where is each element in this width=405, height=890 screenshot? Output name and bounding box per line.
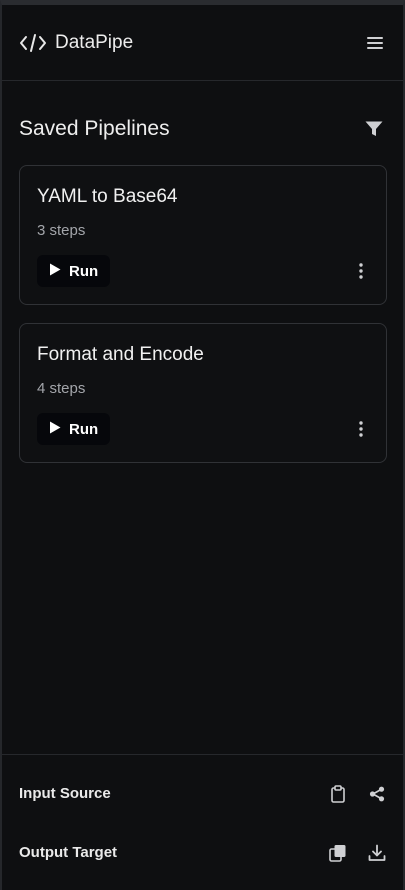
code-icon — [19, 33, 47, 53]
hamburger-icon[interactable] — [363, 31, 387, 55]
download-icon[interactable] — [367, 843, 387, 863]
pipeline-actions: Run — [37, 413, 370, 445]
brand[interactable]: DataPipe — [19, 32, 133, 54]
play-icon — [49, 263, 61, 280]
section-header: Saved Pipelines — [2, 115, 403, 143]
run-button[interactable]: Run — [37, 255, 111, 287]
io-panel: Input Source Output Target — [2, 754, 403, 890]
output-target-row: Output Target — [2, 823, 403, 882]
pipeline-actions: Run — [37, 255, 370, 287]
play-icon — [49, 421, 61, 438]
pipeline-steps: 4 steps — [37, 380, 86, 397]
pipeline-list: YAML to Base64 3 steps Run Format and En… — [2, 165, 403, 463]
input-source-row: Input Source — [2, 764, 403, 823]
share-icon[interactable] — [367, 784, 387, 804]
input-source-actions — [328, 784, 387, 804]
more-options-icon[interactable] — [352, 259, 370, 283]
filter-icon[interactable] — [363, 118, 385, 140]
pipeline-card[interactable]: Format and Encode 4 steps Run — [19, 323, 387, 463]
output-target-actions — [328, 843, 387, 863]
app-title: DataPipe — [55, 31, 134, 53]
header: DataPipe — [2, 5, 403, 81]
input-source-label: Input Source — [19, 785, 111, 802]
pipeline-card[interactable]: YAML to Base64 3 steps Run — [19, 165, 387, 305]
pipeline-title: YAML to Base64 — [37, 186, 178, 207]
run-button[interactable]: Run — [37, 413, 111, 445]
copy-icon[interactable] — [328, 843, 348, 863]
more-options-icon[interactable] — [352, 417, 370, 441]
run-label: Run — [69, 420, 99, 438]
app-shell: DataPipe Saved Pipelines YAML to Base64 … — [0, 0, 405, 890]
pipeline-title: Format and Encode — [37, 344, 204, 365]
clipboard-icon[interactable] — [328, 784, 348, 804]
run-label: Run — [69, 262, 99, 280]
pipeline-steps: 3 steps — [37, 222, 86, 239]
section-title: Saved Pipelines — [19, 117, 170, 140]
output-target-label: Output Target — [19, 844, 118, 861]
